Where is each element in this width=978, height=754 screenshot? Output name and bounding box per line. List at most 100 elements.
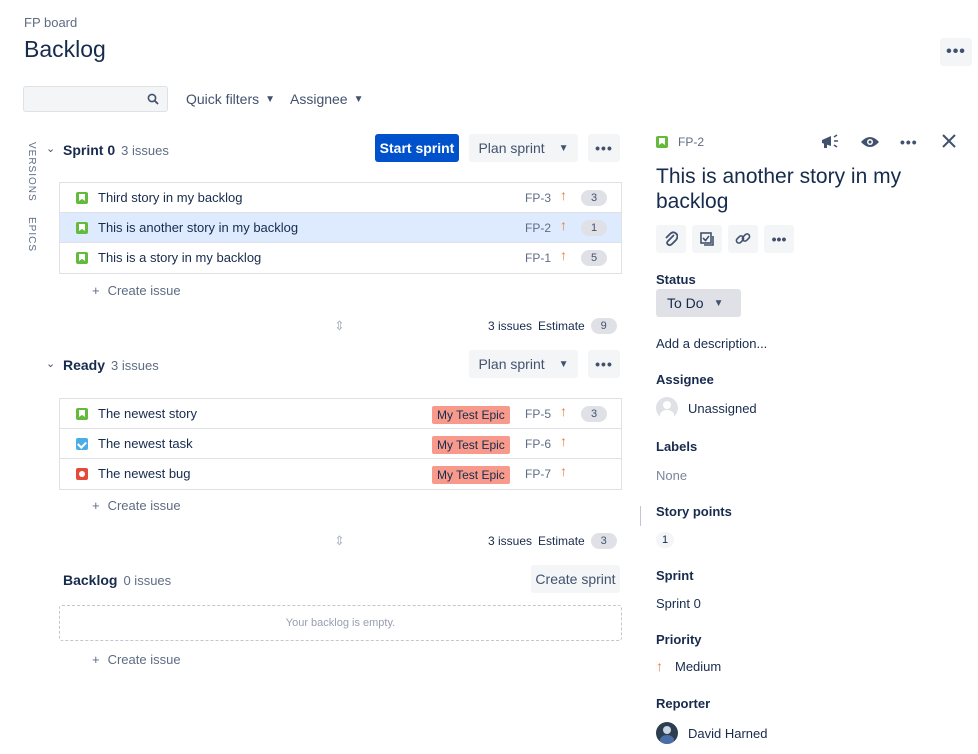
plan-sprint-button[interactable]: Plan sprint ▼ bbox=[469, 350, 578, 378]
feedback-megaphone-icon[interactable] bbox=[820, 133, 840, 154]
sprint-count: 3 issues bbox=[121, 143, 169, 158]
table-row[interactable]: Third story in my backlog FP-3 ↑ 3 bbox=[60, 183, 621, 213]
ready-header[interactable]: Ready 3 issues bbox=[63, 357, 159, 373]
sprint-0-header[interactable]: Sprint 0 3 issues bbox=[63, 142, 169, 158]
drag-handle-icon[interactable]: ⇕ bbox=[334, 533, 345, 549]
issue-key[interactable]: FP-5 bbox=[525, 407, 551, 421]
description-field[interactable]: Add a description... bbox=[656, 336, 767, 351]
quick-filters-dropdown[interactable]: Quick filters ▼ bbox=[186, 91, 275, 107]
avatar bbox=[656, 397, 678, 419]
table-row[interactable]: This is another story in my backlog FP-2… bbox=[60, 213, 621, 243]
footer-count: 3 issues bbox=[488, 319, 533, 333]
estimate-badge: 3 bbox=[581, 406, 607, 422]
versions-tab[interactable]: VERSIONS bbox=[26, 142, 37, 202]
attach-button[interactable] bbox=[656, 225, 686, 253]
detail-issue-key[interactable]: FP-2 bbox=[678, 135, 704, 149]
priority-medium-icon: ↑ bbox=[560, 433, 567, 449]
plus-icon: + bbox=[92, 283, 100, 298]
footer-estimate-label: Estimate bbox=[538, 319, 585, 333]
link-icon bbox=[735, 233, 751, 244]
priority-label: Priority bbox=[656, 632, 702, 647]
search-input[interactable] bbox=[23, 86, 168, 112]
estimate-badge: 3 bbox=[581, 190, 607, 206]
more-tools-button[interactable]: ••• bbox=[764, 225, 794, 253]
assignee-label: Assignee bbox=[656, 372, 714, 387]
reporter-label: Reporter bbox=[656, 696, 711, 711]
issue-key[interactable]: FP-6 bbox=[525, 437, 551, 451]
labels-field[interactable]: None bbox=[656, 468, 687, 483]
create-issue-label: Create issue bbox=[107, 283, 181, 298]
sprint-more-button[interactable]: ••• bbox=[588, 134, 620, 162]
epic-label[interactable]: My Test Epic bbox=[432, 406, 510, 424]
start-sprint-button[interactable]: Start sprint bbox=[375, 134, 459, 162]
search-icon bbox=[147, 93, 159, 105]
chevron-down-icon: ▼ bbox=[558, 142, 569, 154]
status-dropdown[interactable]: To Do ▼ bbox=[656, 289, 741, 317]
priority-field[interactable]: ↑ Medium bbox=[656, 658, 721, 674]
issue-summary: The newest task bbox=[98, 436, 193, 451]
status-value: To Do bbox=[667, 295, 704, 311]
sprint-footer: 3 issues Estimate 9 bbox=[488, 318, 617, 334]
create-issue-button[interactable]: + Create issue bbox=[92, 652, 181, 667]
epics-tab[interactable]: EPICS bbox=[26, 217, 37, 252]
quick-filters-label: Quick filters bbox=[186, 91, 260, 107]
status-label: Status bbox=[656, 272, 696, 287]
sprint-label: Sprint bbox=[656, 568, 694, 583]
epic-label[interactable]: My Test Epic bbox=[432, 436, 510, 454]
issue-key[interactable]: FP-1 bbox=[525, 251, 551, 265]
watch-eye-icon[interactable] bbox=[860, 134, 880, 153]
panel-resize-handle[interactable] bbox=[640, 506, 641, 526]
story-points-value[interactable]: 1 bbox=[656, 532, 674, 548]
add-subtask-button[interactable] bbox=[692, 225, 722, 253]
close-icon[interactable] bbox=[941, 133, 957, 152]
story-icon bbox=[76, 192, 88, 204]
breadcrumb[interactable]: FP board bbox=[24, 15, 77, 30]
story-points-label: Story points bbox=[656, 504, 732, 519]
paperclip-icon bbox=[665, 231, 678, 247]
footer-estimate: 9 bbox=[590, 318, 617, 334]
collapse-chevron-icon[interactable]: ⌄ bbox=[46, 142, 55, 155]
avatar bbox=[656, 722, 678, 744]
assignee-value: Unassigned bbox=[688, 400, 757, 416]
link-issue-button[interactable] bbox=[728, 225, 758, 253]
reporter-field[interactable]: David Harned bbox=[656, 722, 768, 744]
subtask-icon bbox=[700, 232, 714, 246]
sprint-more-button[interactable]: ••• bbox=[588, 350, 620, 378]
priority-medium-icon: ↑ bbox=[560, 247, 567, 263]
issue-key[interactable]: FP-7 bbox=[525, 467, 551, 481]
create-issue-button[interactable]: + Create issue bbox=[92, 283, 181, 298]
empty-backlog-message: Your backlog is empty. bbox=[59, 605, 622, 641]
plan-sprint-label: Plan sprint bbox=[478, 356, 545, 372]
drag-handle-icon[interactable]: ⇕ bbox=[334, 318, 345, 334]
assignee-dropdown[interactable]: Assignee ▼ bbox=[290, 91, 364, 107]
story-icon bbox=[76, 408, 88, 420]
issue-summary: The newest bug bbox=[98, 466, 191, 481]
table-row[interactable]: This is a story in my backlog FP-1 ↑ 5 bbox=[60, 243, 621, 273]
task-icon bbox=[76, 438, 88, 450]
assignee-field[interactable]: Unassigned bbox=[656, 397, 757, 419]
detail-more-icon[interactable]: ••• bbox=[900, 134, 918, 150]
plan-sprint-button[interactable]: Plan sprint ▼ bbox=[469, 134, 578, 162]
epic-label[interactable]: My Test Epic bbox=[432, 466, 510, 484]
priority-value: Medium bbox=[675, 658, 722, 674]
create-sprint-button[interactable]: Create sprint bbox=[531, 565, 620, 593]
issue-key[interactable]: FP-3 bbox=[525, 191, 551, 205]
plus-icon: + bbox=[92, 652, 100, 667]
sprint-value[interactable]: Sprint 0 bbox=[656, 596, 701, 611]
create-issue-label: Create issue bbox=[107, 498, 181, 513]
more-actions-button[interactable]: ••• bbox=[940, 38, 972, 66]
collapse-chevron-icon[interactable]: ⌄ bbox=[46, 357, 55, 370]
issue-key[interactable]: FP-2 bbox=[525, 221, 551, 235]
create-issue-button[interactable]: + Create issue bbox=[92, 498, 181, 513]
table-row[interactable]: The newest task My Test Epic FP-6 ↑ bbox=[60, 429, 621, 459]
chevron-down-icon: ▼ bbox=[713, 297, 724, 309]
priority-medium-icon: ↑ bbox=[560, 403, 567, 419]
detail-title[interactable]: This is another story in my backlog bbox=[656, 164, 956, 214]
chevron-down-icon: ▼ bbox=[558, 358, 569, 370]
plan-sprint-label: Plan sprint bbox=[478, 140, 545, 156]
ready-issue-list: The newest story My Test Epic FP-5 ↑ 3 T… bbox=[59, 398, 622, 490]
issue-summary: This is a story in my backlog bbox=[98, 250, 262, 265]
table-row[interactable]: The newest story My Test Epic FP-5 ↑ 3 bbox=[60, 399, 621, 429]
footer-estimate: 3 bbox=[590, 533, 617, 549]
table-row[interactable]: The newest bug My Test Epic FP-7 ↑ bbox=[60, 459, 621, 489]
